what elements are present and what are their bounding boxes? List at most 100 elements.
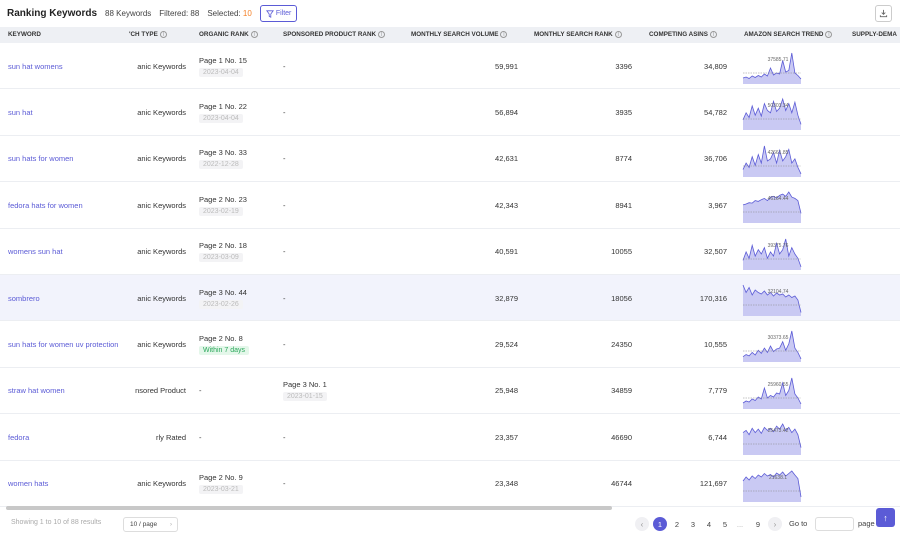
info-icon: i xyxy=(159,30,167,38)
search-rank-cell: 18056 xyxy=(534,275,632,321)
table-row[interactable]: sun hats for women anic Keywords Page 3 … xyxy=(0,136,900,183)
keyword-link[interactable]: straw hat women xyxy=(8,386,65,395)
search-trend-cell[interactable]: 46164.44 xyxy=(742,182,808,228)
col-keyword-label: KEYWORD xyxy=(8,31,41,38)
col-organic-rank[interactable]: ORGANIC RANK i xyxy=(199,27,279,43)
search-trend-cell[interactable]: 21638.1 xyxy=(742,461,808,507)
scrollbar-thumb[interactable] xyxy=(6,506,612,510)
organic-rank: - xyxy=(199,386,202,396)
col-competing-asins[interactable]: COMPETING ASINS i xyxy=(649,27,739,43)
organic-rank: Page 2 No. 18 xyxy=(199,241,247,251)
next-page-button[interactable]: › xyxy=(768,517,782,531)
goto-page-input[interactable] xyxy=(815,517,854,531)
search-trend-sparkline[interactable]: 30373.65 xyxy=(742,325,802,363)
search-trend-cell[interactable]: 32104.74 xyxy=(742,275,808,321)
page-button-3[interactable]: 3 xyxy=(686,517,700,531)
back-to-top-button[interactable]: ↑ xyxy=(876,508,895,527)
search-trend-cell[interactable]: 30373.65 xyxy=(742,321,808,367)
search-trend-cell[interactable]: 25960.55 xyxy=(742,368,808,414)
selected-label: Selected: xyxy=(207,9,241,18)
sponsored-rank-cell: - xyxy=(283,136,403,182)
filter-button[interactable]: Filter xyxy=(259,5,298,22)
table-row[interactable]: women hats anic Keywords Page 2 No. 9 202… xyxy=(0,461,900,507)
table-row[interactable]: sun hat womens anic Keywords Page 1 No. … xyxy=(0,43,900,90)
competing-asins-cell: 170,316 xyxy=(649,275,727,321)
table-row[interactable]: womens sun hat anic Keywords Page 2 No. … xyxy=(0,229,900,275)
search-trend-cell[interactable]: 37585.71 xyxy=(742,43,808,89)
organic-rank-date: 2023-03-09 xyxy=(199,253,243,263)
info-icon: i xyxy=(250,30,258,38)
keyword-link[interactable]: fedora xyxy=(8,433,29,442)
search-volume: 25,948 xyxy=(495,386,518,396)
organic-rank-badge: Within 7 days xyxy=(199,345,250,355)
page-button-9[interactable]: 9 xyxy=(751,517,765,531)
competing-asins: 34,809 xyxy=(704,61,727,71)
keyword-link[interactable]: fedora hats for women xyxy=(8,201,83,210)
table-row[interactable]: sun hat anic Keywords Page 1 No. 22 2023-… xyxy=(0,89,900,136)
col-search-volume[interactable]: MONTHLY SEARCH VOLUME i xyxy=(411,27,531,43)
search-volume: 56,894 xyxy=(495,107,518,117)
col-search-rank-label: MONTHLY SEARCH RANK xyxy=(534,31,613,38)
search-trend-sparkline[interactable]: 39375.76 xyxy=(742,233,802,271)
page-button-2[interactable]: 2 xyxy=(670,517,684,531)
competing-asins-cell: 6,744 xyxy=(649,414,727,460)
table-row[interactable]: sombrero anic Keywords Page 3 No. 44 2023… xyxy=(0,275,900,322)
keyword-link[interactable]: sun hat xyxy=(8,108,33,117)
info-icon: i xyxy=(825,30,833,38)
search-rank: 46690 xyxy=(611,432,632,442)
page-button-5[interactable]: 5 xyxy=(718,517,732,531)
col-search-rank[interactable]: MONTHLY SEARCH RANK i xyxy=(534,27,634,43)
download-button[interactable] xyxy=(875,5,892,22)
competing-asins: 3,967 xyxy=(708,200,727,210)
horizontal-scrollbar[interactable] xyxy=(0,506,900,510)
info-icon: i xyxy=(500,30,508,38)
search-trend-cell[interactable]: 42661.85 xyxy=(742,136,808,182)
search-trend-sparkline[interactable]: 50303.34 xyxy=(742,93,802,131)
arrow-up-icon: ↑ xyxy=(883,512,888,523)
col-type[interactable]: 'CH TYPE i xyxy=(129,27,189,43)
organic-rank-cell: Page 1 No. 22 2023-04-04 xyxy=(199,89,279,135)
table-row[interactable]: straw hat women nsored Product - Page 3 … xyxy=(0,368,900,415)
info-icon: i xyxy=(378,30,386,38)
col-search-trend[interactable]: AMAZON SEARCH TREND i xyxy=(744,27,849,43)
search-trend-sparkline[interactable]: 21638.1 xyxy=(742,465,802,503)
search-trend-sparkline[interactable]: 42661.85 xyxy=(742,140,802,178)
keyword-link[interactable]: sombrero xyxy=(8,294,40,303)
search-rank: 24350 xyxy=(611,339,632,349)
col-supply-demand[interactable]: SUPPLY-DEMA xyxy=(852,27,900,43)
keyword-link[interactable]: women hats xyxy=(8,479,48,488)
competing-asins: 6,744 xyxy=(708,432,727,442)
search-trend-sparkline[interactable]: 46164.44 xyxy=(742,186,802,224)
search-type: anic Keywords xyxy=(137,293,186,303)
search-trend-cell[interactable]: 25473.42 xyxy=(742,414,808,460)
search-rank-cell: 46690 xyxy=(534,414,632,460)
search-trend-cell[interactable]: 39375.76 xyxy=(742,229,808,275)
organic-rank-cell: Page 2 No. 8 Within 7 days xyxy=(199,321,279,367)
keyword-link[interactable]: sun hats for women uv protection xyxy=(8,340,118,349)
search-rank-cell: 8941 xyxy=(534,182,632,228)
page-button-1[interactable]: 1 xyxy=(653,517,667,531)
search-trend-sparkline[interactable]: 25960.55 xyxy=(742,372,802,410)
search-type: anic Keywords xyxy=(137,247,186,257)
keyword-link[interactable]: womens sun hat xyxy=(8,247,63,256)
keyword-link[interactable]: sun hat womens xyxy=(8,62,63,71)
organic-rank-cell: Page 3 No. 33 2022-12-28 xyxy=(199,136,279,182)
search-trend-sparkline[interactable]: 25473.42 xyxy=(742,418,802,456)
table-row[interactable]: fedora hats for women anic Keywords Page… xyxy=(0,182,900,229)
search-volume: 23,357 xyxy=(495,432,518,442)
keyword-cell: sombrero xyxy=(8,275,126,321)
col-keyword[interactable]: KEYWORD xyxy=(8,27,118,43)
table-row[interactable]: fedora rly Rated - - 23,357 46690 6,744 … xyxy=(0,414,900,461)
prev-page-button[interactable]: ‹ xyxy=(635,517,649,531)
page-button-4[interactable]: 4 xyxy=(702,517,716,531)
table-row[interactable]: sun hats for women uv protection anic Ke… xyxy=(0,321,900,368)
search-trend-sparkline[interactable]: 37585.71 xyxy=(742,47,802,85)
col-sponsored-rank[interactable]: SPONSORED PRODUCT RANK i xyxy=(283,27,403,43)
competing-asins: 7,779 xyxy=(708,386,727,396)
search-trend-sparkline[interactable]: 32104.74 xyxy=(742,279,802,317)
keyword-link[interactable]: sun hats for women xyxy=(8,154,73,163)
keyword-cell: womens sun hat xyxy=(8,229,126,275)
page-size-select[interactable]: 10 / page › xyxy=(123,517,178,532)
search-trend-cell[interactable]: 50303.34 xyxy=(742,89,808,135)
organic-rank-date: 2023-02-26 xyxy=(199,299,243,309)
